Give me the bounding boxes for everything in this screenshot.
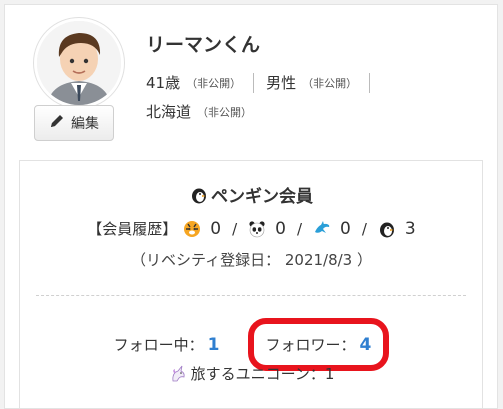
history-separator: / — [232, 219, 238, 238]
history-count: 3 — [404, 218, 416, 239]
unicorn-icon — [169, 365, 187, 383]
membership-history: 【会員履歴】 0 / 0 / 0 / 3 — [0, 218, 503, 239]
region: 北海道 — [146, 103, 192, 121]
avatar — [34, 18, 124, 108]
edit-button-label: 編集 — [71, 116, 99, 132]
history-separator: / — [361, 219, 367, 238]
age-privacy: （非公開） — [186, 76, 242, 90]
following-link[interactable]: フォロー中： 1 — [114, 334, 220, 355]
age: 41歳 — [146, 74, 181, 92]
gender: 男性 — [266, 74, 297, 92]
history-separator: / — [296, 219, 303, 238]
following-label: フォロー中： — [113, 336, 204, 354]
edit-button[interactable]: 編集 — [34, 105, 114, 141]
dolphin-icon — [313, 220, 331, 238]
history-count: 0 — [210, 218, 222, 239]
history-label: 【会員履歴】 — [87, 220, 178, 238]
followers-label: フォロワー： — [265, 336, 356, 354]
penguin-icon — [378, 220, 396, 238]
following-count[interactable]: 1 — [208, 335, 220, 355]
registration-date: （リベシティ登録日： 2021/8/3 ） — [130, 251, 372, 269]
panda-icon — [248, 220, 266, 238]
dashed-divider — [36, 295, 466, 296]
profile-info-row: 41歳 （非公開） 男性 （非公開） — [146, 72, 382, 93]
tiger-icon — [183, 220, 201, 238]
membership-title: ペンギン会員 — [0, 182, 503, 207]
penguin-icon — [190, 186, 208, 204]
unicorn-label: 旅するユニコーン：1 — [190, 365, 335, 383]
profile-region-row: 北海道 （非公開） — [146, 101, 252, 122]
membership-title-text: ペンギン会員 — [211, 187, 313, 207]
history-count: 0 — [275, 218, 286, 239]
divider — [369, 72, 371, 93]
divider — [253, 72, 255, 93]
pencil-icon — [49, 113, 65, 133]
history-count: 0 — [340, 218, 351, 239]
user-name: リーマンくん — [146, 34, 261, 56]
region-privacy: （非公開） — [197, 105, 253, 119]
followers-count[interactable]: 4 — [360, 335, 372, 355]
gender-privacy: （非公開） — [302, 76, 358, 90]
unicorn-stat: 旅するユニコーン：1 — [0, 363, 503, 384]
